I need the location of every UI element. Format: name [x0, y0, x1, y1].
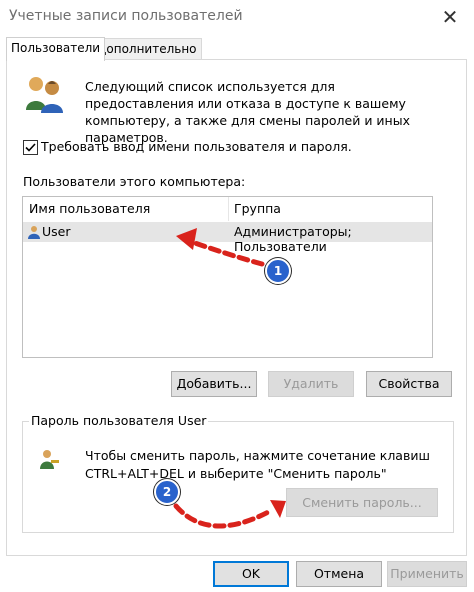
- arrow-2-path: [173, 503, 275, 529]
- annotation-overlay: [173, 228, 286, 529]
- arrow-1-head: [176, 228, 197, 250]
- user-accounts-dialog: Учетные записи пользователей ✕ Пользоват…: [0, 0, 474, 592]
- step-2-badge: 2: [154, 479, 180, 505]
- tab-users[interactable]: Пользователи: [6, 37, 106, 61]
- arrow-1-path: [183, 237, 265, 267]
- arrow-2-head: [270, 500, 286, 518]
- step-1-badge: 1: [265, 258, 291, 284]
